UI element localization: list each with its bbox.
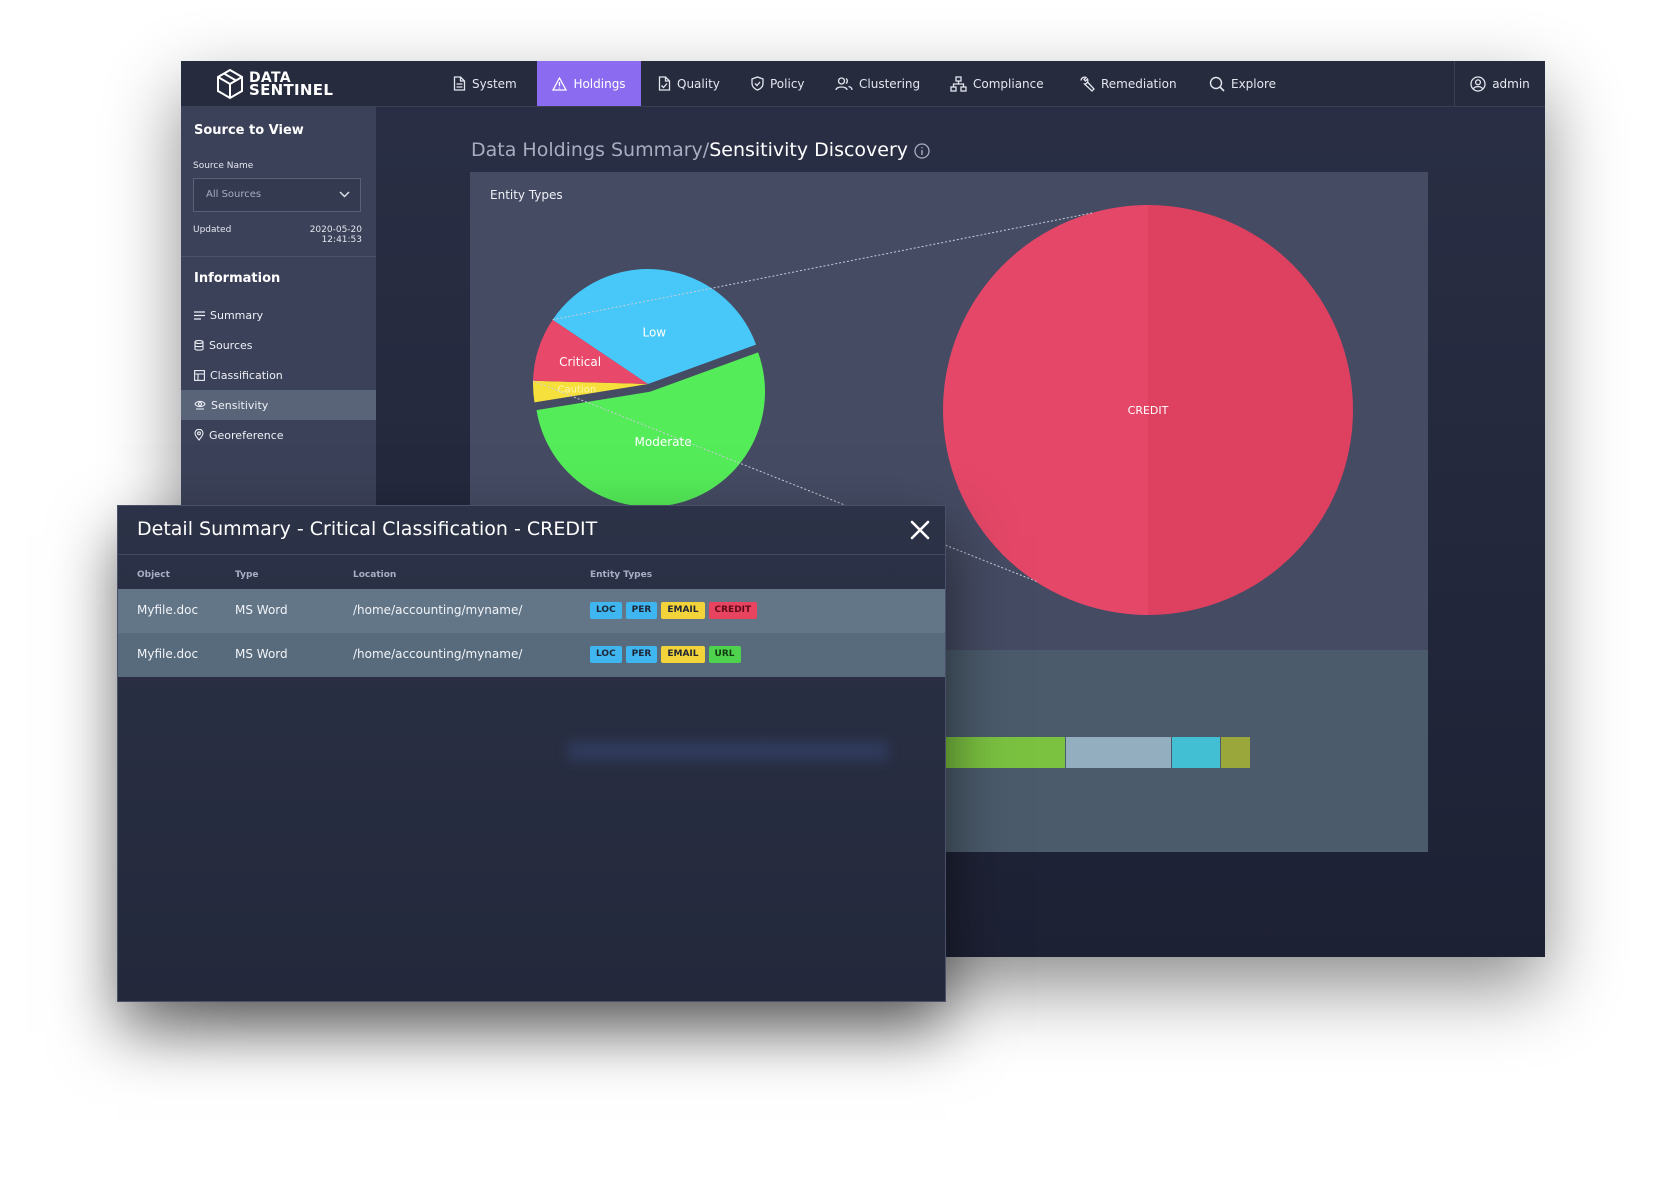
pie-label-caution: Caution <box>558 385 597 396</box>
nav-label-compliance: Compliance <box>973 76 1044 91</box>
source-select[interactable]: All Sources <box>193 178 361 212</box>
nav-item-compliance[interactable]: Compliance <box>950 61 1060 106</box>
nav-item-holdings[interactable]: Holdings <box>537 61 641 106</box>
nav-item-explore[interactable]: Explore <box>1209 61 1279 106</box>
nav-item-clustering[interactable]: Clustering <box>835 61 931 106</box>
breadcrumb-parent[interactable]: Data Holdings Summary/ <box>471 139 709 161</box>
cell-location: /home/accounting/myname/ <box>353 647 523 661</box>
table-row[interactable]: Myfile.doc MS Word /home/accounting/myna… <box>118 589 945 633</box>
entity-tags: LOC PER EMAIL URL <box>590 646 741 663</box>
breakout-label-credit: CREDIT <box>1128 404 1169 417</box>
modal-title: Detail Summary - Critical Classification… <box>137 518 598 540</box>
source-name-label: Source Name <box>193 161 254 171</box>
column-header-object[interactable]: Object <box>137 570 170 580</box>
close-icon[interactable] <box>909 519 931 541</box>
user-circle-icon <box>1470 75 1486 92</box>
nav-item-policy[interactable]: Policy <box>751 61 821 106</box>
logo[interactable]: DATA SENTINEL <box>215 68 335 100</box>
sidebar-label-classification: Classification <box>210 368 283 382</box>
cell-object: Myfile.doc <box>137 647 199 661</box>
nav-label-remediation: Remediation <box>1101 76 1177 91</box>
sidebar-label-georeference: Georeference <box>209 428 284 442</box>
cell-location: /home/accounting/myname/ <box>353 603 523 617</box>
tag-credit: CREDIT <box>708 602 758 619</box>
column-header-entity-types[interactable]: Entity Types <box>590 570 652 580</box>
pie-label-low: Low <box>642 326 666 340</box>
list-icon <box>194 310 205 320</box>
chevron-down-icon <box>339 191 350 198</box>
hierarchy-icon <box>950 75 967 92</box>
file-check-icon <box>658 76 671 91</box>
nav-label-clustering: Clustering <box>859 76 921 91</box>
stacked-bar-segment[interactable] <box>1172 737 1220 768</box>
cell-object: Myfile.doc <box>137 603 199 617</box>
information-heading: Information <box>194 271 281 286</box>
users-icon <box>835 76 853 90</box>
nav-item-quality[interactable]: Quality <box>658 61 738 106</box>
pie-label-critical: Critical <box>559 355 601 369</box>
shield-icon <box>751 76 764 91</box>
tag-email: EMAIL <box>661 646 705 663</box>
pie-label-moderate: Moderate <box>635 435 692 449</box>
sidebar-item-classification[interactable]: Classification <box>181 360 376 390</box>
pin-icon <box>194 429 204 441</box>
tag-url: URL <box>708 646 741 663</box>
search-icon <box>1209 76 1225 92</box>
sidebar-item-sensitivity[interactable]: Sensitivity <box>181 390 376 420</box>
updated-label: Updated <box>193 225 232 235</box>
sidebar-item-sources[interactable]: Sources <box>181 330 376 360</box>
eye-icon <box>194 400 206 410</box>
table-row[interactable]: Myfile.doc MS Word /home/accounting/myna… <box>118 633 945 677</box>
logo-text-line2: SENTINEL <box>249 81 334 99</box>
nav-item-remediation[interactable]: Remediation <box>1079 61 1195 106</box>
top-nav-bar: DATA SENTINEL System Holdings Quality Po… <box>181 61 1545 107</box>
warning-icon <box>552 76 568 91</box>
user-name: admin <box>1492 76 1530 91</box>
column-header-location[interactable]: Location <box>353 570 396 580</box>
page-title: Sensitivity Discovery <box>709 139 909 161</box>
cube-logo-icon <box>217 68 243 100</box>
wrench-icon <box>1080 76 1095 92</box>
breakout-slice-shade <box>1148 205 1353 615</box>
sidebar-divider <box>181 256 376 257</box>
breadcrumb: Data Holdings Summary/Sensitivity Discov… <box>471 139 930 161</box>
sidebar-label-sources: Sources <box>209 338 253 352</box>
entity-tags: LOC PER EMAIL CREDIT <box>590 602 758 619</box>
tag-loc: LOC <box>590 602 622 619</box>
stacked-bar-segment[interactable] <box>1066 737 1171 768</box>
tag-email: EMAIL <box>661 602 705 619</box>
user-menu[interactable]: admin <box>1454 61 1545 106</box>
cell-type: MS Word <box>235 603 288 617</box>
nav-label-holdings: Holdings <box>573 76 626 91</box>
sidebar-item-georeference[interactable]: Georeference <box>181 420 376 450</box>
blurred-background-bar <box>568 741 888 761</box>
nav-item-system[interactable]: System <box>453 61 531 106</box>
updated-value: 2020-05-20 12:41:53 <box>309 225 362 245</box>
info-icon[interactable] <box>914 142 930 159</box>
table-icon <box>194 369 205 381</box>
sidebar-label-sensitivity: Sensitivity <box>211 398 269 412</box>
nav-label-policy: Policy <box>770 76 805 91</box>
tag-per: PER <box>625 602 658 619</box>
detail-summary-modal: Detail Summary - Critical Classification… <box>117 505 946 1002</box>
tag-per: PER <box>625 646 658 663</box>
database-icon <box>194 339 204 351</box>
column-header-type[interactable]: Type <box>235 570 258 580</box>
sidebar-item-summary[interactable]: Summary <box>181 300 376 330</box>
sidebar-label-summary: Summary <box>210 308 264 322</box>
file-icon <box>453 76 466 91</box>
detail-table: Myfile.doc MS Word /home/accounting/myna… <box>118 589 945 677</box>
source-select-value: All Sources <box>206 189 262 200</box>
tag-loc: LOC <box>590 646 622 663</box>
nav-label-system: System <box>472 76 517 91</box>
nav-label-quality: Quality <box>677 76 720 91</box>
nav-label-explore: Explore <box>1231 76 1277 91</box>
source-heading: Source to View <box>194 123 304 138</box>
stacked-bar-segment[interactable] <box>1221 737 1250 768</box>
cell-type: MS Word <box>235 647 288 661</box>
modal-header: Detail Summary - Critical Classification… <box>118 506 945 555</box>
